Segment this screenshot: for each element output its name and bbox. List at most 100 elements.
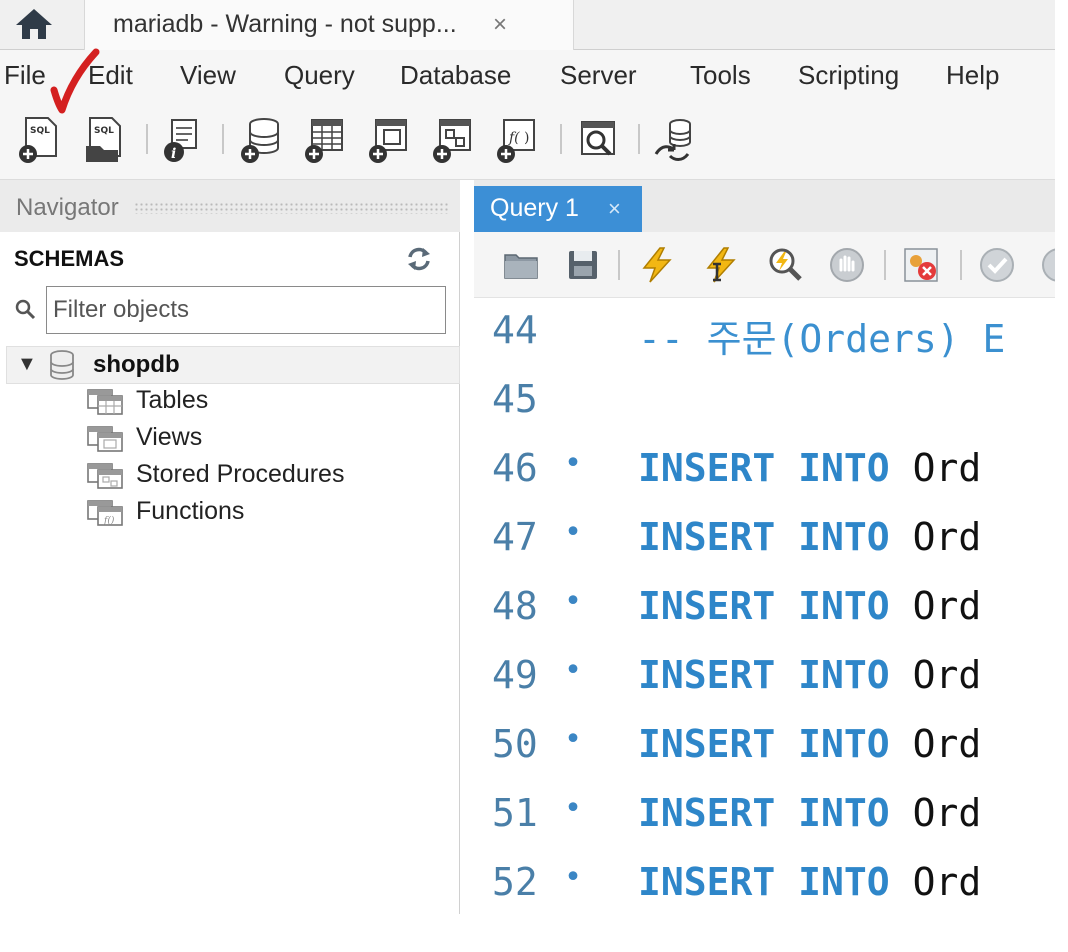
open-sql-script-icon: SQL <box>86 117 121 162</box>
tree-item-label: Functions <box>136 497 245 525</box>
toolbar-separator <box>638 124 640 154</box>
new-sql-tab-button[interactable]: SQL <box>16 116 60 164</box>
folder-view-icon <box>87 426 123 452</box>
line-number: 47 <box>492 515 538 559</box>
stop-button[interactable] <box>828 246 866 284</box>
create-view-button[interactable] <box>366 116 410 164</box>
toolbar-separator <box>146 124 148 154</box>
open-file-button[interactable] <box>502 246 540 284</box>
reconnect-icon <box>654 119 691 161</box>
menu-bar: File Edit View Query Database Server Too… <box>0 50 1055 100</box>
sql-identifier: Ord <box>912 584 982 628</box>
tree-item-views[interactable]: Views <box>86 421 446 457</box>
execute-button[interactable] <box>638 246 676 284</box>
home-button[interactable] <box>12 6 56 42</box>
svg-text:i: i <box>171 146 176 162</box>
schema-name: shopdb <box>93 351 180 378</box>
query-tab-label: Query 1 <box>490 194 579 222</box>
svg-text:f(: f( <box>508 130 520 146</box>
code-line: 48 • INSERT INTO Ord <box>474 576 1055 636</box>
line-number: 45 <box>492 377 538 421</box>
schema-row-shopdb[interactable]: ▼ shopdb <box>6 346 460 384</box>
sql-keyword: INSERT INTO <box>638 722 890 766</box>
open-sql-script-button[interactable]: SQL <box>82 116 126 164</box>
filter-objects-input[interactable] <box>46 286 446 334</box>
code-line: 45 <box>474 369 1055 429</box>
sql-identifier: Ord <box>912 791 982 835</box>
lightning-icon <box>642 247 672 283</box>
menu-view[interactable]: View <box>180 60 236 91</box>
editor-tab-bar: Query 1 × <box>474 180 1055 232</box>
toolbar-separator <box>884 250 886 280</box>
menu-tools[interactable]: Tools <box>690 60 751 91</box>
navigator-panel: Navigator SCHEMAS ▼ shopdb Tables <box>0 180 460 920</box>
save-icon <box>569 251 597 279</box>
sql-keyword: INSERT INTO <box>638 791 890 835</box>
connection-tab-bar: mariadb - Warning - not supp... × <box>0 0 1055 50</box>
statement-marker: • <box>564 446 583 481</box>
tree-expand-toggle[interactable]: ▼ <box>17 353 37 376</box>
tab-query-1[interactable]: Query 1 × <box>474 186 642 232</box>
navigator-title: Navigator <box>16 194 119 221</box>
sql-keyword: INSERT INTO <box>638 515 890 559</box>
statement-marker: • <box>564 722 583 757</box>
lightning-cursor-icon <box>706 247 736 283</box>
magnifier-lightning-icon <box>769 248 802 281</box>
create-function-icon: f( ) <box>497 119 535 163</box>
tree-item-label: Views <box>136 423 203 451</box>
svg-text:): ) <box>524 130 529 146</box>
tree-item-tables[interactable]: Tables <box>86 384 446 420</box>
inspector-button[interactable]: i <box>160 116 204 164</box>
tree-item-stored-procedures[interactable]: Stored Procedures <box>86 458 446 494</box>
toggle-stop-on-error-button[interactable] <box>902 246 940 284</box>
code-comment: -- 주문(Orders) E <box>638 317 1006 361</box>
connection-tab[interactable]: mariadb - Warning - not supp... × <box>84 0 574 50</box>
rollback-icon <box>1042 248 1055 282</box>
query-tab-close-icon[interactable]: × <box>608 196 621 222</box>
create-function-button[interactable]: f( ) <box>494 116 538 164</box>
tree-item-functions[interactable]: f() Functions <box>86 495 446 531</box>
sql-identifier: Ord <box>912 653 982 697</box>
sql-identifier: Ord <box>912 446 982 490</box>
commit-button[interactable] <box>978 246 1016 284</box>
folder-function-icon: f() <box>87 500 123 526</box>
create-schema-icon <box>241 118 279 163</box>
sql-keyword: INSERT INTO <box>638 653 890 697</box>
code-line: 49 • INSERT INTO Ord <box>474 645 1055 705</box>
sql-editor[interactable]: 44 -- 주문(Orders) E 45 46 • INSERT INTO O… <box>474 298 1055 914</box>
home-icon <box>16 9 52 39</box>
save-button[interactable] <box>564 246 602 284</box>
line-number: 51 <box>492 791 538 835</box>
create-schema-button[interactable] <box>238 116 282 164</box>
toolbar-separator <box>560 124 562 154</box>
window-edge <box>1055 0 1068 952</box>
commit-check-icon <box>980 248 1014 282</box>
menu-file[interactable]: File <box>4 60 46 91</box>
execute-current-button[interactable] <box>702 246 740 284</box>
create-view-icon <box>369 119 407 163</box>
refresh-icon[interactable] <box>404 244 434 274</box>
menu-help[interactable]: Help <box>946 60 999 91</box>
connection-tab-close-icon[interactable]: × <box>493 11 507 39</box>
sql-keyword: INSERT INTO <box>638 584 890 628</box>
create-procedure-icon <box>433 119 471 163</box>
menu-server[interactable]: Server <box>560 60 637 91</box>
line-number: 52 <box>492 860 538 904</box>
tree-item-label: Tables <box>136 386 209 414</box>
menu-scripting[interactable]: Scripting <box>798 60 899 91</box>
sql-keyword: INSERT INTO <box>638 446 890 490</box>
menu-query[interactable]: Query <box>284 60 355 91</box>
main-toolbar: SQL SQL i f() <box>0 100 1055 180</box>
explain-button[interactable] <box>766 246 804 284</box>
menu-database[interactable]: Database <box>400 60 511 91</box>
search-table-data-button[interactable] <box>576 116 620 164</box>
navigator-drag-handle[interactable] <box>134 202 448 214</box>
line-number: 48 <box>492 584 538 628</box>
line-number: 49 <box>492 653 538 697</box>
editor-toolbar <box>474 232 1055 298</box>
reconnect-button[interactable] <box>652 116 696 164</box>
rollback-button[interactable] <box>1040 246 1055 284</box>
svg-text:f(): f() <box>103 515 115 526</box>
create-procedure-button[interactable] <box>430 116 474 164</box>
create-table-button[interactable] <box>302 116 346 164</box>
